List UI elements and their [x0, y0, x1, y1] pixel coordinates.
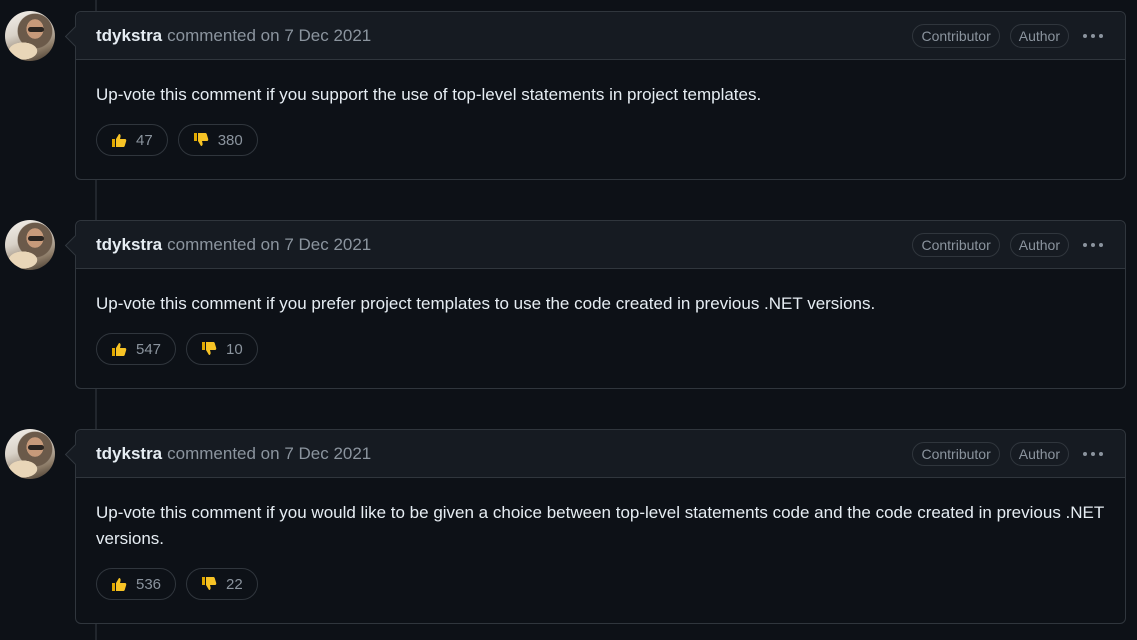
thumbs-up-icon	[112, 134, 127, 147]
contributor-badge: Contributor	[912, 441, 1000, 466]
kebab-horizontal-icon[interactable]	[1079, 451, 1105, 456]
reactions: 547 10	[96, 333, 1105, 365]
contributor-badge: Contributor	[912, 23, 1000, 48]
thumbs-up-icon	[112, 578, 127, 591]
reaction-thumbs-down[interactable]: 22	[186, 568, 258, 600]
comment-header: tdykstra commented on 7 Dec 2021 Contrib…	[64, 430, 1125, 478]
comment-arrow	[64, 234, 87, 257]
comment-author[interactable]: tdykstra	[96, 235, 162, 255]
reaction-thumbs-down[interactable]: 380	[177, 124, 258, 156]
thumbs-down-icon	[202, 577, 217, 590]
reaction-thumbs-up[interactable]: 547	[96, 333, 177, 365]
comment-header: tdykstra commented on 7 Dec 2021 Contrib…	[64, 221, 1125, 269]
kebab-horizontal-icon[interactable]	[1079, 242, 1105, 247]
reaction-thumbs-down[interactable]: 10	[186, 333, 258, 365]
reactions: 47 380	[96, 124, 1105, 156]
reaction-thumbs-up[interactable]: 536	[96, 568, 177, 600]
comment-header: tdykstra commented on 7 Dec 2021 Contrib…	[64, 12, 1125, 60]
thumbs-down-icon	[193, 133, 208, 146]
reaction-thumbs-up[interactable]: 47	[96, 124, 168, 156]
comment-timestamp[interactable]: commented on 7 Dec 2021	[167, 444, 371, 464]
avatar[interactable]	[5, 11, 55, 61]
comment-box: tdykstra commented on 7 Dec 2021 Contrib…	[64, 220, 1126, 389]
comment-author[interactable]: tdykstra	[96, 26, 162, 46]
thumbs-up-count: 536	[136, 575, 162, 593]
author-badge: Author	[1009, 441, 1069, 466]
comment-arrow	[64, 443, 87, 466]
author-badge: Author	[1009, 23, 1069, 48]
kebab-horizontal-icon[interactable]	[1079, 33, 1105, 38]
comment-timestamp[interactable]: commented on 7 Dec 2021	[167, 235, 371, 255]
contributor-badge: Contributor	[912, 232, 1000, 257]
thumbs-down-count: 380	[217, 131, 243, 149]
thumbs-down-count: 22	[226, 575, 243, 593]
comment-body: Up-vote this comment if you would like t…	[96, 503, 1104, 548]
comment-body: Up-vote this comment if you prefer proje…	[96, 294, 876, 313]
comment-body: Up-vote this comment if you support the …	[96, 85, 762, 104]
comment-timestamp[interactable]: commented on 7 Dec 2021	[167, 26, 371, 46]
thumbs-up-count: 547	[136, 340, 162, 358]
comment-box: tdykstra commented on 7 Dec 2021 Contrib…	[64, 429, 1126, 624]
thumbs-up-count: 47	[136, 131, 153, 149]
comment-box: tdykstra commented on 7 Dec 2021 Contrib…	[64, 11, 1126, 180]
comment-arrow	[64, 25, 87, 48]
comment-author[interactable]: tdykstra	[96, 444, 162, 464]
avatar[interactable]	[5, 429, 55, 479]
author-badge: Author	[1009, 232, 1069, 257]
thumbs-down-icon	[202, 342, 217, 355]
thumbs-up-icon	[112, 343, 127, 356]
thumbs-down-count: 10	[226, 340, 243, 358]
reactions: 536 22	[96, 568, 1105, 600]
avatar[interactable]	[5, 220, 55, 270]
